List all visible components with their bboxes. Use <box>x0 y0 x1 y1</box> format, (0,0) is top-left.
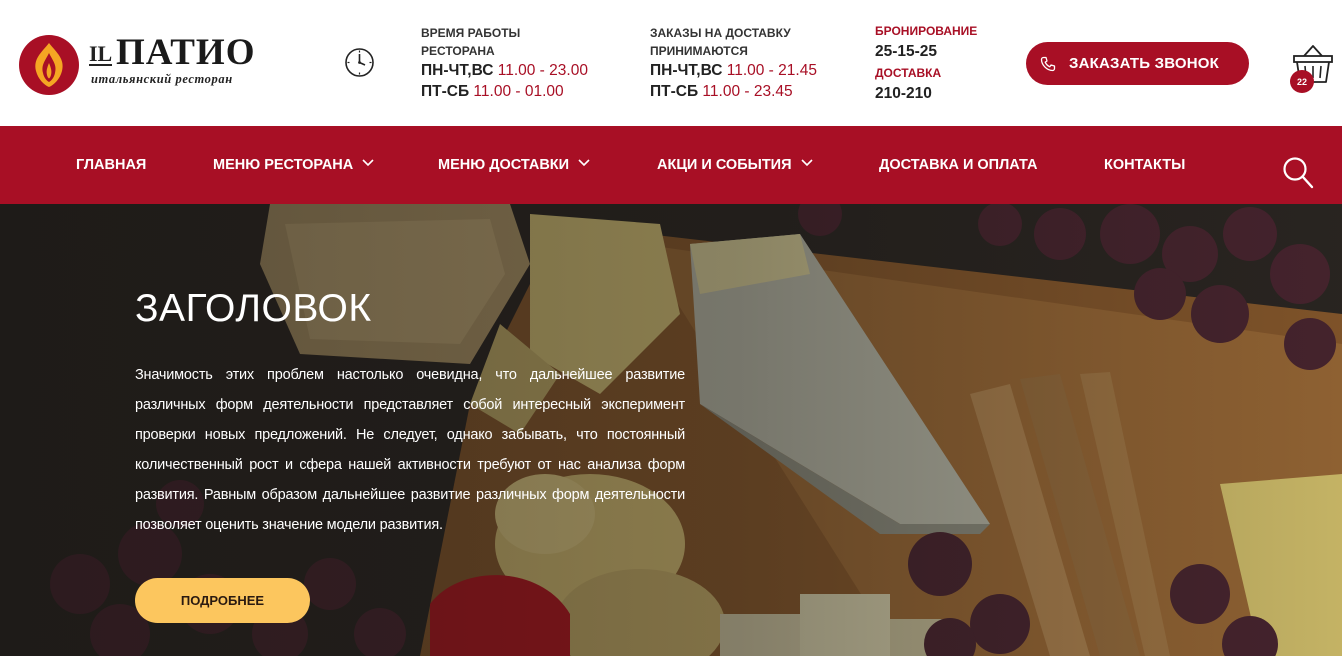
hours-row: ПН-ЧТ,ВС 11.00 - 23.00 <box>421 60 621 81</box>
order-call-label: ЗАКАЗАТЬ ЗВОНОК <box>1069 55 1219 72</box>
chevron-down-icon <box>362 159 374 167</box>
nav-label: МЕНЮ ДОСТАВКИ <box>438 157 570 173</box>
nav-item-restaurant-menu[interactable]: МЕНЮ РЕСТОРАНА <box>213 157 374 173</box>
delivery-label: ДОСТАВКА <box>875 66 942 80</box>
nav-item-delivery-menu[interactable]: МЕНЮ ДОСТАВКИ <box>438 157 590 173</box>
delivery-row: ПН-ЧТ,ВС 11.00 - 21.45 <box>650 60 850 81</box>
booking-label: БРОНИРОВАНИЕ <box>875 24 978 38</box>
hours-row: ПТ-СБ 11.00 - 01.00 <box>421 81 621 102</box>
logo-subtitle: итальянский ресторан <box>91 72 233 86</box>
order-call-button[interactable]: ЗАКАЗАТЬ ЗВОНОК <box>1026 42 1249 85</box>
chevron-down-icon <box>578 159 590 167</box>
delivery-time: 11.00 - 21.45 <box>726 62 817 79</box>
chevron-down-icon <box>800 159 813 167</box>
main-nav: ГЛАВНАЯ МЕНЮ РЕСТОРАНА МЕНЮ ДОСТАВКИ АКЦ… <box>0 126 1342 204</box>
more-button[interactable]: ПОДРОБНЕЕ <box>135 578 310 623</box>
delivery-days: ПН-ЧТ,ВС <box>650 62 723 79</box>
restaurant-hours: ВРЕМЯ РАБОТЫ РЕСТОРАНА ПН-ЧТ,ВС 11.00 - … <box>421 24 621 102</box>
phone-icon <box>1040 56 1056 71</box>
delivery-hours: ЗАКАЗЫ НА ДОСТАВКУ ПРИНИМАЮТСЯ ПН-ЧТ,ВС … <box>650 24 850 102</box>
hours-time: 11.00 - 01.00 <box>473 83 564 100</box>
clock-icon <box>345 48 374 77</box>
hours-days: ПТ-СБ <box>421 83 470 100</box>
logo-prefix: IL <box>89 41 113 66</box>
hero-banner: ЗАГОЛОВОК Значимость этих проблем настол… <box>0 204 1342 656</box>
logo[interactable]: IL ПАТИО итальянский ресторан <box>19 32 279 95</box>
nav-label: АКЦИ И СОБЫТИЯ <box>657 157 792 173</box>
booking-phone[interactable]: 25-15-25 <box>875 40 1005 64</box>
site-header: IL ПАТИО итальянский ресторан ВРЕМЯ РАБО… <box>0 0 1342 126</box>
delivery-caption-line2: ПРИНИМАЮТСЯ <box>650 44 748 58</box>
delivery-caption-line1: ЗАКАЗЫ НА ДОСТАВКУ <box>650 26 791 40</box>
hours-caption-line1: ВРЕМЯ РАБОТЫ <box>421 26 521 40</box>
nav-item-contacts[interactable]: КОНТАКТЫ <box>1104 157 1185 173</box>
hero-title: ЗАГОЛОВОК <box>135 287 372 330</box>
cart-count-badge[interactable]: 22 <box>1290 70 1314 93</box>
flame-icon <box>19 35 79 95</box>
nav-label: КОНТАКТЫ <box>1104 157 1186 173</box>
search-icon[interactable] <box>1282 156 1314 189</box>
logo-name: ПАТИО <box>116 32 256 73</box>
delivery-days: ПТ-СБ <box>650 83 699 100</box>
hero-text: Значимость этих проблем настолько очевид… <box>135 367 685 533</box>
nav-item-delivery-payment[interactable]: ДОСТАВКА И ОПЛАТА <box>879 157 1037 173</box>
hours-days: ПН-ЧТ,ВС <box>421 62 494 79</box>
nav-label: ГЛАВНАЯ <box>76 157 147 173</box>
delivery-row: ПТ-СБ 11.00 - 23.45 <box>650 81 850 102</box>
contact-phones: БРОНИРОВАНИЕ 25-15-25 ДОСТАВКА 210-210 <box>875 22 1005 106</box>
delivery-time: 11.00 - 23.45 <box>702 83 793 100</box>
nav-item-home[interactable]: ГЛАВНАЯ <box>76 157 146 173</box>
nav-label: ДОСТАВКА И ОПЛАТА <box>879 157 1038 173</box>
nav-label: МЕНЮ РЕСТОРАНА <box>213 157 354 173</box>
hours-time: 11.00 - 23.00 <box>497 62 588 79</box>
nav-item-promotions[interactable]: АКЦИ И СОБЫТИЯ <box>657 157 813 173</box>
delivery-phone[interactable]: 210-210 <box>875 82 1005 106</box>
hours-caption-line2: РЕСТОРАНА <box>421 44 495 58</box>
